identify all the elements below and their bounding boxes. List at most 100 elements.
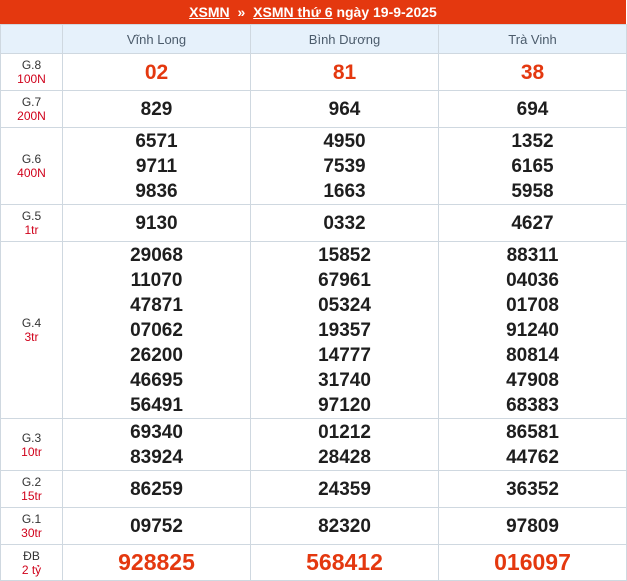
prize-amount: 100N [17,72,46,86]
result-cell: 02 [62,53,251,91]
prize-code: G.5 [21,209,42,223]
province-name: Bình Dương [250,24,439,54]
result-cell: 29068 11070 47871 07062 26200 46695 56491 [62,241,251,419]
winning-number: 016097 [494,549,571,575]
winning-number: 86259 [130,478,183,500]
winning-number: 88311 [506,244,559,266]
prize-amount: 30tr [21,526,42,540]
winning-number: 19357 [318,319,371,341]
winning-number: 11070 [130,269,183,291]
prize-row: G.2 15tr 86259 24359 36352 [0,470,627,508]
result-cell: 09752 [62,507,251,545]
winning-number: 9711 [135,155,178,177]
result-cell: 88311 04036 01708 91240 80814 47908 68383 [438,241,627,419]
winning-number: 29068 [130,244,183,266]
result-cell: 81 [250,53,439,91]
winning-number: 1663 [323,180,366,202]
prize-code: G.2 [21,475,42,489]
result-cell: 016097 [438,544,627,581]
winning-number: 26200 [130,344,183,366]
corner-cell [0,24,63,54]
result-cell: 82320 [250,507,439,545]
prize-row: G.8 100N 02 81 38 [0,53,627,91]
prize-code: G.8 [21,58,42,72]
winning-number: 86581 [506,421,559,443]
winning-number: 568412 [306,549,383,575]
prize-row: G.7 200N 829 964 694 [0,90,627,128]
results-table: Vĩnh Long Bình Dương Trà Vinh G.8 100N 02 8… [0,24,627,581]
result-cell: 86581 44762 [438,418,627,471]
result-cell: 1352 6165 5958 [438,127,627,205]
result-cell: 69340 83924 [62,418,251,471]
prize-row: ĐB 2 tỷ 928825 568412 016097 [0,544,627,581]
winning-number: 81 [332,60,357,84]
winning-number: 80814 [506,344,559,366]
winning-number: 6571 [135,130,178,152]
result-cell: 4950 7539 1663 [250,127,439,205]
winning-number: 928825 [118,549,195,575]
result-cell: 568412 [250,544,439,581]
result-cell: 36352 [438,470,627,508]
province-name: Trà Vinh [438,24,627,54]
prize-row: G.1 30tr 09752 82320 97809 [0,507,627,545]
prize-code: ĐB [23,548,40,563]
xsmn-link[interactable]: XSMN [189,4,229,20]
result-cell: 15852 67961 05324 19357 14777 31740 97120 [250,241,439,419]
results-body: G.8 100N 02 81 38 G.7 200N 829 964 694 G.6 400N 6571… [0,53,627,581]
winning-number: 56491 [130,394,183,416]
xsmn-friday-link[interactable]: XSMN thứ 6 [253,4,332,20]
winning-number: 964 [328,98,361,120]
prize-label: G.3 10tr [0,418,63,471]
winning-number: 14777 [318,344,371,366]
result-cell: 86259 [62,470,251,508]
winning-number: 46695 [130,369,183,391]
winning-number: 02 [144,60,169,84]
winning-number: 97809 [506,515,559,537]
result-cell: 829 [62,90,251,128]
winning-number: 47908 [506,369,559,391]
winning-number: 91240 [506,319,559,341]
winning-number: 15852 [318,244,371,266]
winning-number: 4627 [511,212,554,234]
winning-number: 97120 [318,394,371,416]
draw-date: ngày 19-9-2025 [336,4,437,20]
prize-label: G.8 100N [0,53,63,91]
winning-number: 47871 [130,294,183,316]
winning-number: 0332 [323,212,366,234]
winning-number: 7539 [323,155,366,177]
result-cell: 4627 [438,204,627,242]
result-cell: 9130 [62,204,251,242]
winning-number: 36352 [506,478,559,500]
result-cell: 6571 9711 9836 [62,127,251,205]
winning-number: 01708 [506,294,559,316]
prize-label: G.5 1tr [0,204,63,242]
winning-number: 67961 [318,269,371,291]
prize-code: G.6 [21,152,42,166]
winning-number: 04036 [506,269,559,291]
winning-number: 9130 [135,212,178,234]
result-cell: 01212 28428 [250,418,439,471]
prize-code: G.4 [21,316,42,330]
prize-amount: 2 tỷ [21,562,42,577]
province-header-row: Vĩnh Long Bình Dương Trà Vinh [0,24,627,54]
prize-row: G.4 3tr 29068 11070 47871 07062 26200 46695 5649… [0,241,627,419]
winning-number: 01212 [318,421,371,443]
prize-amount: 10tr [21,444,42,459]
result-cell: 0332 [250,204,439,242]
breadcrumb-separator: » [237,4,246,20]
prize-label: G.6 400N [0,127,63,205]
winning-number: 82320 [318,515,371,537]
prize-label: G.1 30tr [0,507,63,545]
prize-label: G.4 3tr [0,241,63,419]
result-cell: 964 [250,90,439,128]
prize-label: G.7 200N [0,90,63,128]
winning-number: 6165 [511,155,554,177]
result-cell: 928825 [62,544,251,581]
prize-label: ĐB 2 tỷ [0,544,63,581]
province-name: Vĩnh Long [62,24,251,54]
winning-number: 694 [516,98,549,120]
winning-number: 1352 [511,130,554,152]
prize-code: G.7 [21,95,42,109]
prize-code: G.1 [21,512,42,526]
winning-number: 5958 [511,180,554,202]
